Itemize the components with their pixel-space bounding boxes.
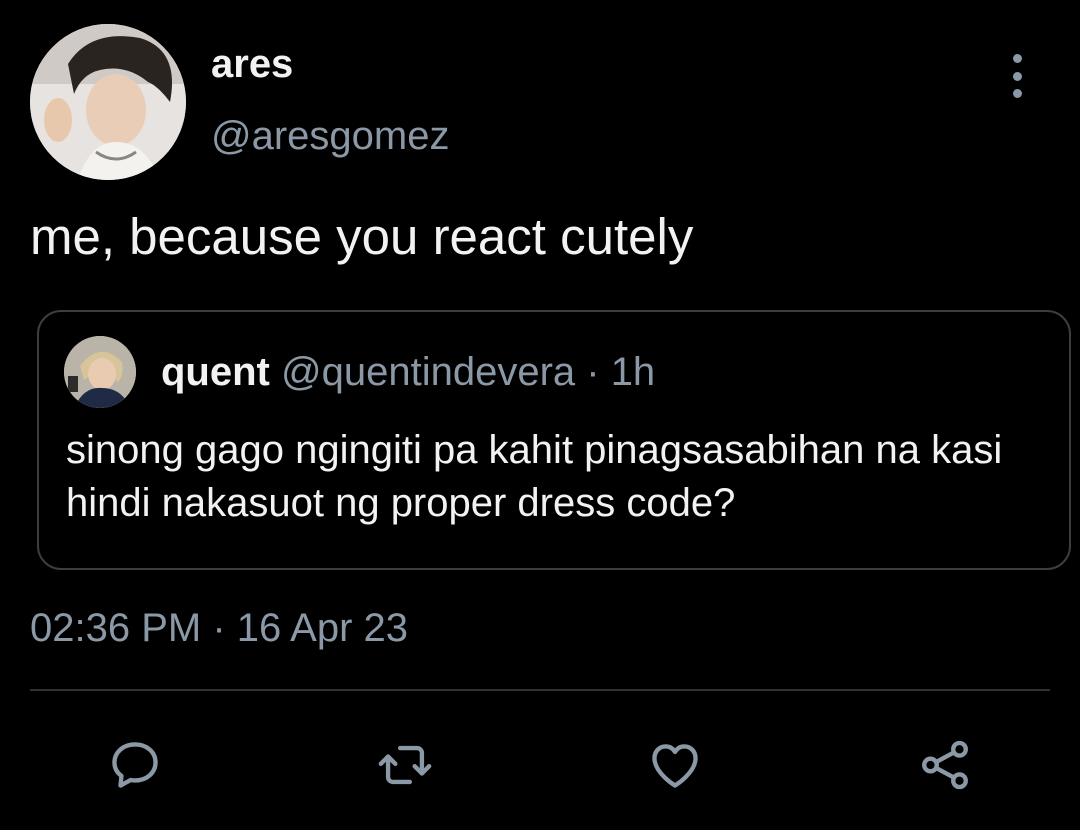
share-button[interactable] (910, 730, 980, 800)
retweet-button[interactable] (370, 730, 440, 800)
divider (30, 689, 1050, 691)
quoted-tweet-text: sinong gago ngingiti pa kahit pinagsasab… (66, 428, 1003, 525)
more-dot (1012, 71, 1022, 81)
heart-icon (652, 744, 698, 788)
quoted-avatar-photo (64, 336, 136, 408)
author-avatar-photo (30, 24, 186, 180)
tweet-text: me, because you react cutely (30, 208, 694, 265)
author-handle[interactable]: @aresgomez (211, 114, 449, 159)
quoted-author-name[interactable]: quent (161, 350, 270, 394)
share-icon (922, 740, 968, 790)
author-avatar[interactable] (30, 24, 186, 180)
quoted-header: quent @quentindevera · 1h (161, 350, 655, 395)
more-options-button[interactable] (1002, 54, 1032, 98)
quoted-author-avatar[interactable] (64, 336, 136, 408)
quoted-time: · 1h (575, 350, 656, 394)
retweet-icon (378, 745, 432, 785)
quoted-tweet-card[interactable]: quent @quentindevera · 1h sinong gago ng… (37, 310, 1071, 570)
like-button[interactable] (640, 730, 710, 800)
author-name[interactable]: ares (211, 42, 293, 87)
reply-icon (112, 742, 158, 788)
more-vertical-icon (1012, 54, 1022, 63)
quoted-author-handle[interactable]: @quentindevera (281, 350, 575, 394)
tweet-timestamp[interactable]: 02:36 PM · 16 Apr 23 (30, 606, 408, 651)
more-dot (1012, 89, 1022, 98)
reply-button[interactable] (100, 730, 170, 800)
